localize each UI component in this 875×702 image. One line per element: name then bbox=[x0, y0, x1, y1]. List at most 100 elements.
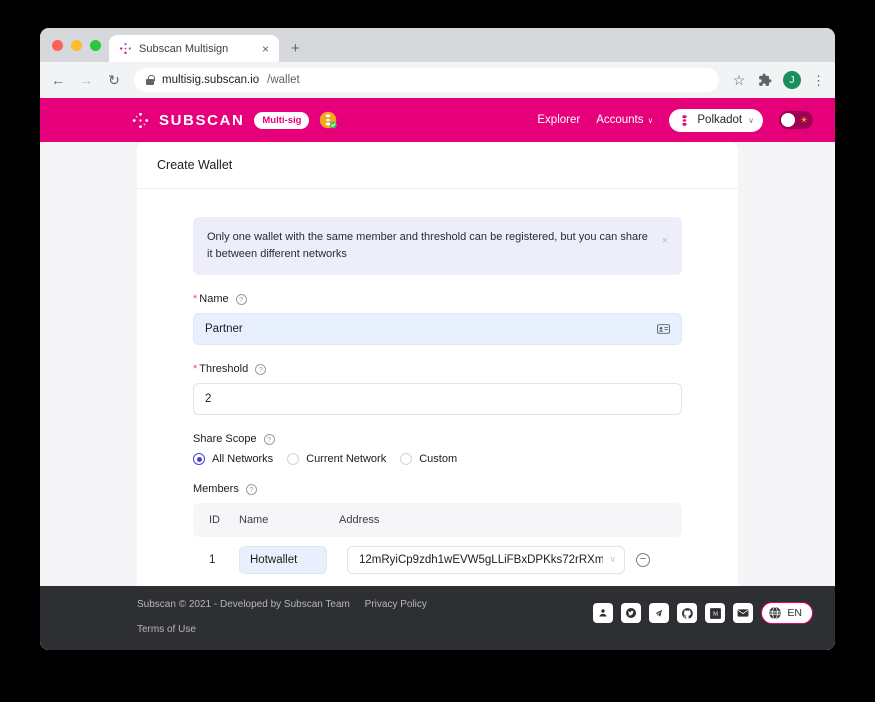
required-marker: * bbox=[193, 293, 198, 306]
maximize-window-button[interactable] bbox=[90, 39, 101, 51]
member-address-select[interactable]: 12mRyiCp9zdh1wEVW5gLLiFBxDPKks72rRXmS ∨ bbox=[347, 545, 625, 574]
required-marker: * bbox=[193, 363, 198, 376]
site-header: SUBSCAN Multi-sig Explorer Accounts ∨ Po… bbox=[40, 98, 835, 142]
threshold-label-text: Threshold bbox=[199, 363, 249, 376]
nav-accounts-label: Accounts bbox=[596, 114, 644, 126]
name-label-text: Name bbox=[199, 293, 229, 306]
tab-close-icon[interactable]: × bbox=[260, 43, 271, 55]
header-nav: Explorer Accounts ∨ Polkadot ∨ ☀ bbox=[537, 108, 813, 132]
telegram-icon[interactable] bbox=[649, 603, 670, 623]
brand[interactable]: SUBSCAN Multi-sig bbox=[132, 111, 338, 129]
chevron-down-icon: ∨ bbox=[647, 115, 654, 125]
profile-avatar[interactable]: J bbox=[783, 71, 801, 89]
radio-indicator bbox=[400, 453, 413, 466]
url-host: multisig.subscan.io bbox=[162, 74, 260, 86]
member-address-cell: 12mRyiCp9zdh1wEVW5gLLiFBxDPKks72rRXmS ∨ … bbox=[347, 545, 676, 574]
browser-toolbar: ← → ↻ multisig.subscan.io/wallet ☆ J ⋮ bbox=[40, 62, 835, 98]
nav-explorer-label: Explorer bbox=[537, 114, 581, 126]
members-label-text: Members bbox=[193, 483, 239, 496]
globe-icon bbox=[769, 606, 782, 620]
browser-window: Subscan Multisign × + ← → ↻ multisig.sub… bbox=[40, 28, 835, 650]
member-name-cell: Hotwallet bbox=[239, 545, 339, 574]
member-id: 1 bbox=[209, 553, 216, 566]
svg-text:M: M bbox=[713, 611, 719, 617]
name-input[interactable]: Partner bbox=[193, 313, 682, 346]
nav-explorer[interactable]: Explorer bbox=[537, 114, 580, 126]
browser-tab[interactable]: Subscan Multisign × bbox=[109, 35, 279, 62]
page-viewport: SUBSCAN Multi-sig Explorer Accounts ∨ Po… bbox=[40, 98, 835, 650]
email-icon[interactable] bbox=[733, 603, 754, 623]
toolbar-icons: ☆ J ⋮ bbox=[731, 71, 825, 89]
footer-text: Subscan © 2021 - Developed by Subscan Te… bbox=[137, 600, 427, 635]
create-wallet-form: Only one wallet with the same member and… bbox=[137, 189, 738, 627]
radio-custom[interactable]: Custom bbox=[400, 453, 458, 466]
share-scope-label: Share Scope ? bbox=[193, 433, 682, 445]
subscan-logo-icon bbox=[132, 112, 149, 128]
share-scope-label-text: Share Scope bbox=[193, 433, 257, 446]
info-alert-text: Only one wallet with the same member and… bbox=[207, 231, 648, 261]
terms-of-use-link[interactable]: Terms of Use bbox=[137, 624, 196, 635]
radio-current-network[interactable]: Current Network bbox=[287, 453, 387, 466]
radio-indicator bbox=[193, 453, 205, 466]
help-icon[interactable]: ? bbox=[245, 483, 257, 495]
threshold-input[interactable]: 2 bbox=[193, 383, 682, 416]
forward-icon[interactable]: → bbox=[78, 72, 94, 88]
tab-strip: Subscan Multisign × + bbox=[40, 28, 835, 62]
column-header-address: Address bbox=[339, 514, 380, 527]
lock-icon bbox=[146, 75, 155, 85]
browser-menu-icon[interactable]: ⋮ bbox=[812, 74, 825, 87]
share-scope-radio-group: All Networks Current Network Custom bbox=[193, 453, 682, 466]
address-bar[interactable]: multisig.subscan.io/wallet bbox=[134, 68, 719, 92]
theme-toggle[interactable]: ☀ bbox=[779, 111, 813, 129]
table-row: 1 Hotwallet 12mRyiCp9zdh1wEVW5gLLiFBxDPK… bbox=[193, 537, 682, 582]
nav-accounts[interactable]: Accounts ∨ bbox=[596, 114, 653, 126]
chain-selector-label: Polkadot bbox=[697, 114, 743, 126]
radio-custom-label: Custom bbox=[419, 453, 458, 466]
minimize-window-button[interactable] bbox=[71, 39, 82, 51]
member-name-input[interactable]: Hotwallet bbox=[239, 545, 327, 574]
threshold-label: * Threshold ? bbox=[193, 363, 682, 375]
member-address-value: 12mRyiCp9zdh1wEVW5gLLiFBxDPKks72rRXmS bbox=[359, 553, 604, 566]
help-icon[interactable]: ? bbox=[235, 293, 247, 305]
medium-icon[interactable]: M bbox=[705, 603, 726, 623]
create-wallet-card: Create Wallet Only one wallet with the s… bbox=[137, 142, 738, 642]
extensions-puzzle-icon[interactable] bbox=[758, 73, 772, 87]
close-icon[interactable]: × bbox=[662, 229, 668, 249]
help-icon[interactable]: ? bbox=[255, 363, 267, 375]
polkadot-account-icon[interactable] bbox=[319, 111, 338, 129]
close-window-button[interactable] bbox=[52, 39, 63, 51]
privacy-policy-link[interactable]: Privacy Policy bbox=[365, 599, 427, 610]
language-selector[interactable]: EN bbox=[761, 602, 813, 624]
remove-member-button[interactable]: − bbox=[636, 552, 650, 567]
address-book-icon[interactable] bbox=[657, 324, 670, 334]
element-icon[interactable] bbox=[593, 603, 614, 623]
github-icon[interactable] bbox=[677, 603, 698, 623]
radio-current-network-label: Current Network bbox=[306, 453, 387, 466]
back-icon[interactable]: ← bbox=[50, 72, 66, 88]
bookmark-star-icon[interactable]: ☆ bbox=[731, 72, 747, 89]
twitter-icon[interactable] bbox=[621, 603, 642, 623]
footer-copyright: Subscan © 2021 - Developed by Subscan Te… bbox=[137, 599, 350, 610]
radio-all-networks[interactable]: All Networks bbox=[193, 453, 273, 466]
chevron-down-icon: ∨ bbox=[609, 554, 616, 565]
tab-title: Subscan Multisign bbox=[139, 42, 229, 55]
chevron-down-icon: ∨ bbox=[748, 115, 754, 125]
help-icon[interactable]: ? bbox=[263, 433, 275, 445]
theme-toggle-knob bbox=[781, 113, 795, 127]
subscan-favicon bbox=[120, 43, 131, 54]
share-scope-field: Share Scope ? All Networks Current Netwo… bbox=[193, 433, 682, 466]
member-name-value: Hotwallet bbox=[250, 553, 298, 566]
members-label: Members ? bbox=[193, 483, 682, 495]
page-content: Create Wallet Only one wallet with the s… bbox=[40, 142, 835, 650]
language-label: EN bbox=[787, 607, 802, 619]
footer-social-links: M EN bbox=[593, 602, 813, 624]
reload-icon[interactable]: ↻ bbox=[106, 72, 122, 89]
url-path: /wallet bbox=[267, 74, 300, 86]
site-footer: Subscan © 2021 - Developed by Subscan Te… bbox=[40, 586, 835, 650]
chain-selector[interactable]: Polkadot ∨ bbox=[669, 108, 763, 132]
column-header-id: ID bbox=[209, 514, 220, 527]
page-title: Create Wallet bbox=[137, 142, 738, 189]
new-tab-button[interactable]: + bbox=[291, 41, 300, 56]
column-header-name: Name bbox=[239, 514, 269, 527]
sun-icon: ☀ bbox=[799, 114, 808, 125]
